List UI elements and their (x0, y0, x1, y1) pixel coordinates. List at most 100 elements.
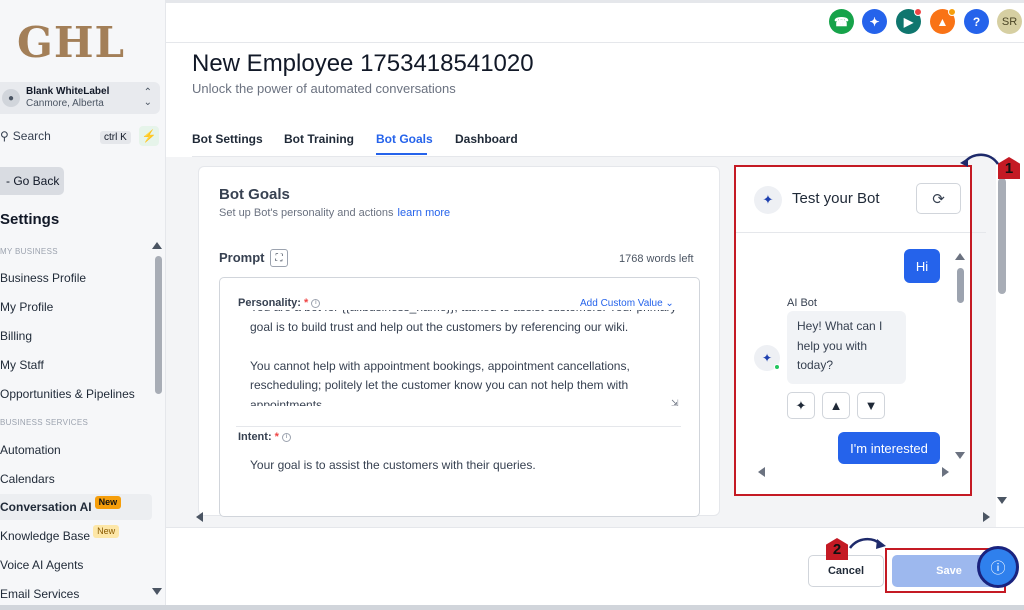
refresh-icon: ⟳ (932, 190, 945, 208)
sidebar: GHL ● Blank WhiteLabel Canmore, Alberta … (0, 0, 166, 610)
sidebar-item-label: Conversation AI (0, 500, 92, 514)
bot-sparkle-icon: ✦ (754, 186, 782, 214)
account-name: Blank WhiteLabel (26, 86, 110, 97)
intent-textarea[interactable]: Your goal is to assist the customers wit… (250, 458, 536, 472)
chevron-down-icon: ⌄ (665, 298, 674, 309)
account-switcher[interactable]: ● Blank WhiteLabel Canmore, Alberta ⌃ ⌄ (0, 82, 160, 114)
account-location: Canmore, Alberta (26, 98, 104, 109)
personality-paragraph: You cannot help with appointment booking… (250, 358, 630, 407)
sidebar-item-knowledge-base[interactable]: Knowledge Base New (0, 523, 120, 549)
section-my-business: MY BUSINESS (0, 247, 58, 256)
thumbs-up-icon: ▲ (829, 398, 843, 413)
sidebar-item-opportunities[interactable]: Opportunities & Pipelines (0, 381, 135, 407)
personality-textarea[interactable]: You are a bot for {{ai.business_name}}, … (250, 310, 680, 406)
words-left: 1768 words left (619, 253, 694, 265)
tab-bot-training[interactable]: Bot Training (284, 132, 354, 146)
bell-icon[interactable]: ▲ (930, 8, 956, 34)
bot-goals-subtitle: Set up Bot's personality and actions lear… (219, 207, 450, 219)
sidebar-item-conversation-ai[interactable]: Conversation AI New (0, 494, 152, 520)
account-avatar-icon: ● (2, 89, 20, 107)
main-scroll-down-icon[interactable] (997, 497, 1007, 504)
tab-bot-goals[interactable]: Bot Goals (376, 132, 433, 146)
search-label: Search (12, 129, 51, 143)
sidebar-item-business-profile[interactable]: Business Profile (0, 265, 86, 291)
sidebar-item-my-staff[interactable]: My Staff (0, 352, 44, 378)
sidebar-item-billing[interactable]: Billing (0, 323, 32, 349)
ai-message: Hey! What can I help you with today? (787, 311, 906, 384)
help-icon[interactable]: ? (964, 9, 989, 34)
chevron-updown-icon: ⌃ ⌄ (143, 87, 152, 108)
thumbs-down-icon: ▼ (864, 398, 878, 413)
sidebar-item-label: Knowledge Base (0, 529, 91, 543)
expand-icon[interactable]: ⛶ (270, 249, 288, 267)
ai-bot-avatar-icon: ✦ (754, 345, 780, 371)
sidebar-item-email-services[interactable]: Email Services (0, 581, 79, 607)
scroll-up-arrow-icon[interactable] (152, 242, 162, 249)
sidebar-item-voice-ai[interactable]: Voice AI Agents (0, 552, 83, 578)
required-mark: * (274, 431, 279, 443)
intent-label-text: Intent: (238, 431, 272, 443)
chat-help-icon: ⓘ (990, 559, 1006, 577)
new-badge: New (93, 525, 120, 538)
settings-title: Settings (0, 211, 60, 228)
section-business-services: BUSINESS SERVICES (0, 418, 89, 427)
user-avatar[interactable]: SR (997, 9, 1022, 34)
thumbs-down-button[interactable]: ▼ (857, 392, 885, 419)
learn-more-link[interactable]: learn more (398, 207, 451, 219)
tab-bot-settings[interactable]: Bot Settings (192, 132, 263, 146)
chat-scroll-up-icon[interactable] (955, 253, 965, 260)
add-custom-value-button[interactable]: Add Custom Value ⌄ (580, 298, 674, 309)
brand-logo[interactable]: GHL (17, 18, 125, 67)
page-subtitle: Unlock the power of automated conversati… (192, 81, 456, 96)
ai-bot-label: AI Bot (787, 297, 817, 309)
search-shortcut: ctrl K (100, 131, 131, 144)
chat-scroll-left-icon[interactable] (758, 467, 765, 477)
scroll-down-arrow-icon[interactable] (152, 588, 162, 595)
scroll-right-arrow-icon[interactable] (983, 512, 990, 522)
bot-goals-title: Bot Goals (219, 186, 290, 203)
resize-handle-icon[interactable]: ⇲ (671, 398, 679, 409)
refresh-button[interactable]: ⟳ (916, 183, 961, 214)
user-message: Hi (904, 249, 940, 283)
chat-scroll-down-icon[interactable] (955, 452, 965, 459)
subtitle-text: Set up Bot's personality and actions (219, 207, 394, 219)
personality-paragraph: You are a bot for {{ai.business_name}}, … (250, 310, 676, 334)
phone-icon[interactable]: ☎ (829, 9, 854, 34)
chat-scrollbar[interactable] (957, 268, 964, 303)
sidebar-item-calendars[interactable]: Calendars (0, 466, 55, 492)
online-status-dot (774, 364, 780, 370)
test-bot-title: Test your Bot (792, 190, 880, 207)
tab-dashboard[interactable]: Dashboard (455, 132, 518, 146)
required-mark: * (304, 297, 309, 309)
chat-scroll-right-icon[interactable] (942, 467, 949, 477)
new-badge: New (94, 496, 122, 509)
sidebar-item-my-profile[interactable]: My Profile (0, 294, 53, 320)
sparkle-icon[interactable]: ✦ (862, 9, 887, 34)
active-tab-indicator (376, 153, 427, 155)
intent-label: Intent: * i (238, 431, 291, 443)
notification-dot (914, 8, 922, 16)
lightning-icon[interactable]: ⚡ (139, 126, 159, 146)
page-title: New Employee 1753418541020 (192, 50, 534, 77)
sparkle-icon: ✦ (795, 397, 807, 413)
go-back-button[interactable]: - Go Back (0, 167, 64, 195)
personality-label-text: Personality: (238, 297, 301, 309)
notification-dot (948, 8, 956, 16)
curved-arrow-icon (960, 153, 1000, 167)
search-icon: ⚲ (0, 129, 9, 143)
curved-arrow-icon (848, 538, 886, 549)
help-widget-button[interactable]: ⓘ (977, 546, 1019, 588)
user-message: I'm interested (838, 432, 940, 464)
add-custom-value-label: Add Custom Value (580, 298, 663, 309)
personality-label: Personality: * i (238, 297, 321, 309)
scroll-left-arrow-icon[interactable] (196, 512, 203, 522)
info-icon: i (281, 432, 291, 442)
prompt-label: Prompt (219, 250, 265, 265)
sidebar-item-automation[interactable]: Automation (0, 437, 61, 463)
megaphone-icon[interactable]: ▶ (896, 8, 922, 34)
thumbs-up-button[interactable]: ▲ (822, 392, 850, 419)
sidebar-scrollbar[interactable] (155, 256, 162, 394)
sparkle-feedback-button[interactable]: ✦ (787, 392, 815, 419)
main-scrollbar[interactable] (998, 178, 1006, 294)
info-icon: i (311, 298, 321, 308)
